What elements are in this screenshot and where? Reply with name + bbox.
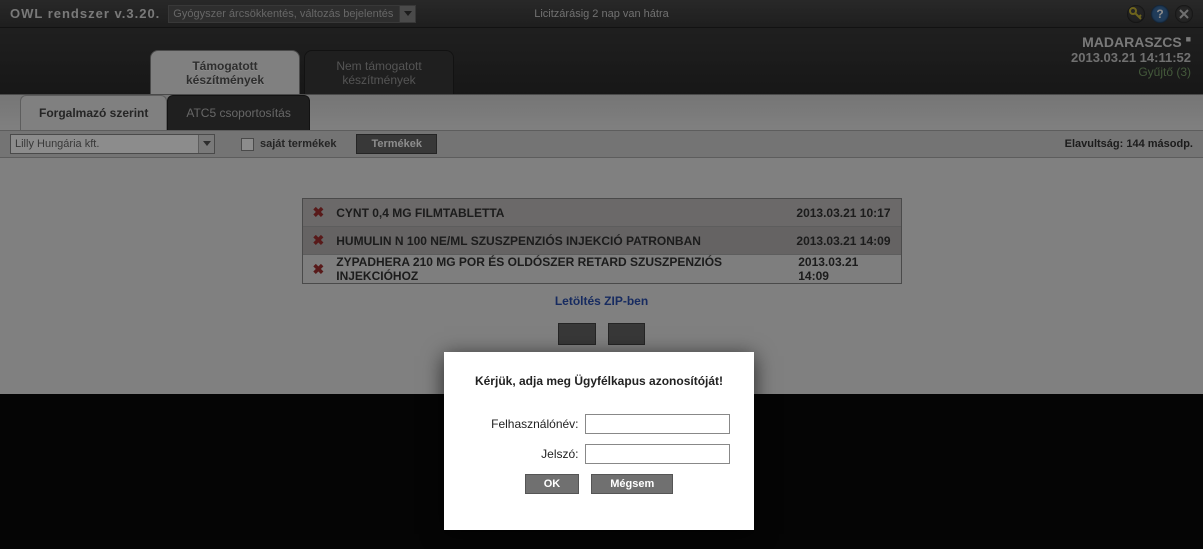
table-row[interactable]: ✖ HUMULIN N 100 NE/ML SZUSZPENZIÓS INJEK… <box>303 227 901 255</box>
module-select[interactable]: Gyógyszer árcsökkentés, változás bejelen… <box>168 5 416 23</box>
help-icon[interactable]: ? <box>1151 5 1169 23</box>
hidden-button-2[interactable] <box>608 323 645 345</box>
product-name: CYNT 0,4 MG FILMTABLETTA <box>336 206 504 220</box>
username-input[interactable] <box>585 414 730 434</box>
chevron-down-icon[interactable] <box>399 6 415 22</box>
collector-link[interactable]: Gyűjtő (3) <box>1071 65 1191 79</box>
product-time: 2013.03.21 14:09 <box>798 255 890 283</box>
delete-icon[interactable]: ✖ <box>313 204 325 221</box>
tab-unsupported[interactable]: Nem támogatott készítmények <box>304 50 454 94</box>
password-label: Jelszó: <box>469 447 579 461</box>
module-select-label: Gyógyszer árcsökkentés, változás bejelen… <box>173 8 393 20</box>
subtab-distributor[interactable]: Forgalmazó szerint <box>20 95 167 130</box>
current-time: 2013.03.21 14:11:52 <box>1071 50 1191 65</box>
header-area: Támogatott készítmények Nem támogatott k… <box>0 28 1203 94</box>
main-panel: Forgalmazó szerint ATC5 csoportosítás Li… <box>0 94 1203 394</box>
user-name: MADARASZCS <box>1082 34 1182 50</box>
status-message: Licitzárásig 2 nap van hátra <box>534 8 669 20</box>
dialog-title: Kérjük, adja meg Ügyfélkapus azonosítójá… <box>464 374 734 388</box>
cancel-button[interactable]: Mégsem <box>591 474 673 494</box>
table-row[interactable]: ✖ ZYPADHERA 210 MG POR ÉS OLDÓSZER RETAR… <box>303 255 901 283</box>
tab-supported[interactable]: Támogatott készítmények <box>150 50 300 94</box>
product-name: ZYPADHERA 210 MG POR ÉS OLDÓSZER RETARD … <box>336 255 798 283</box>
product-time: 2013.03.21 10:17 <box>796 206 890 220</box>
products-button[interactable]: Termékek <box>356 134 437 154</box>
distributor-combo[interactable]: Lilly Hungária kft. <box>10 134 215 154</box>
user-info: MADARASZCS ■ 2013.03.21 14:11:52 Gyűjtő … <box>1071 34 1191 79</box>
chevron-down-icon[interactable] <box>198 135 214 153</box>
ok-button[interactable]: OK <box>525 474 580 494</box>
staleness-label: Elavultság: 144 másodp. <box>1065 138 1193 150</box>
username-label: Felhasználónév: <box>469 417 579 431</box>
key-icon[interactable] <box>1127 5 1145 23</box>
close-icon[interactable] <box>1175 5 1193 23</box>
user-indicator-icon: ■ <box>1186 34 1191 44</box>
delete-icon[interactable]: ✖ <box>313 261 325 278</box>
own-products-label: saját termékek <box>260 138 336 150</box>
product-table: ✖ CYNT 0,4 MG FILMTABLETTA 2013.03.21 10… <box>302 198 902 284</box>
own-products-checkbox[interactable] <box>241 138 254 151</box>
product-name: HUMULIN N 100 NE/ML SZUSZPENZIÓS INJEKCI… <box>336 234 701 248</box>
delete-icon[interactable]: ✖ <box>313 232 325 249</box>
app-title: OWL rendszer v.3.20. <box>10 6 160 21</box>
distributor-combo-label: Lilly Hungária kft. <box>15 138 99 150</box>
top-bar: OWL rendszer v.3.20. Gyógyszer árcsökken… <box>0 0 1203 28</box>
hidden-button-1[interactable] <box>558 323 595 345</box>
login-dialog: Kérjük, adja meg Ügyfélkapus azonosítójá… <box>444 352 754 530</box>
filter-row: Lilly Hungária kft. saját termékek Termé… <box>0 130 1203 158</box>
table-row[interactable]: ✖ CYNT 0,4 MG FILMTABLETTA 2013.03.21 10… <box>303 199 901 227</box>
password-input[interactable] <box>585 444 730 464</box>
product-time: 2013.03.21 14:09 <box>796 234 890 248</box>
download-zip-link[interactable]: Letöltés ZIP-ben <box>0 294 1203 308</box>
subtab-atc5[interactable]: ATC5 csoportosítás <box>167 95 309 130</box>
